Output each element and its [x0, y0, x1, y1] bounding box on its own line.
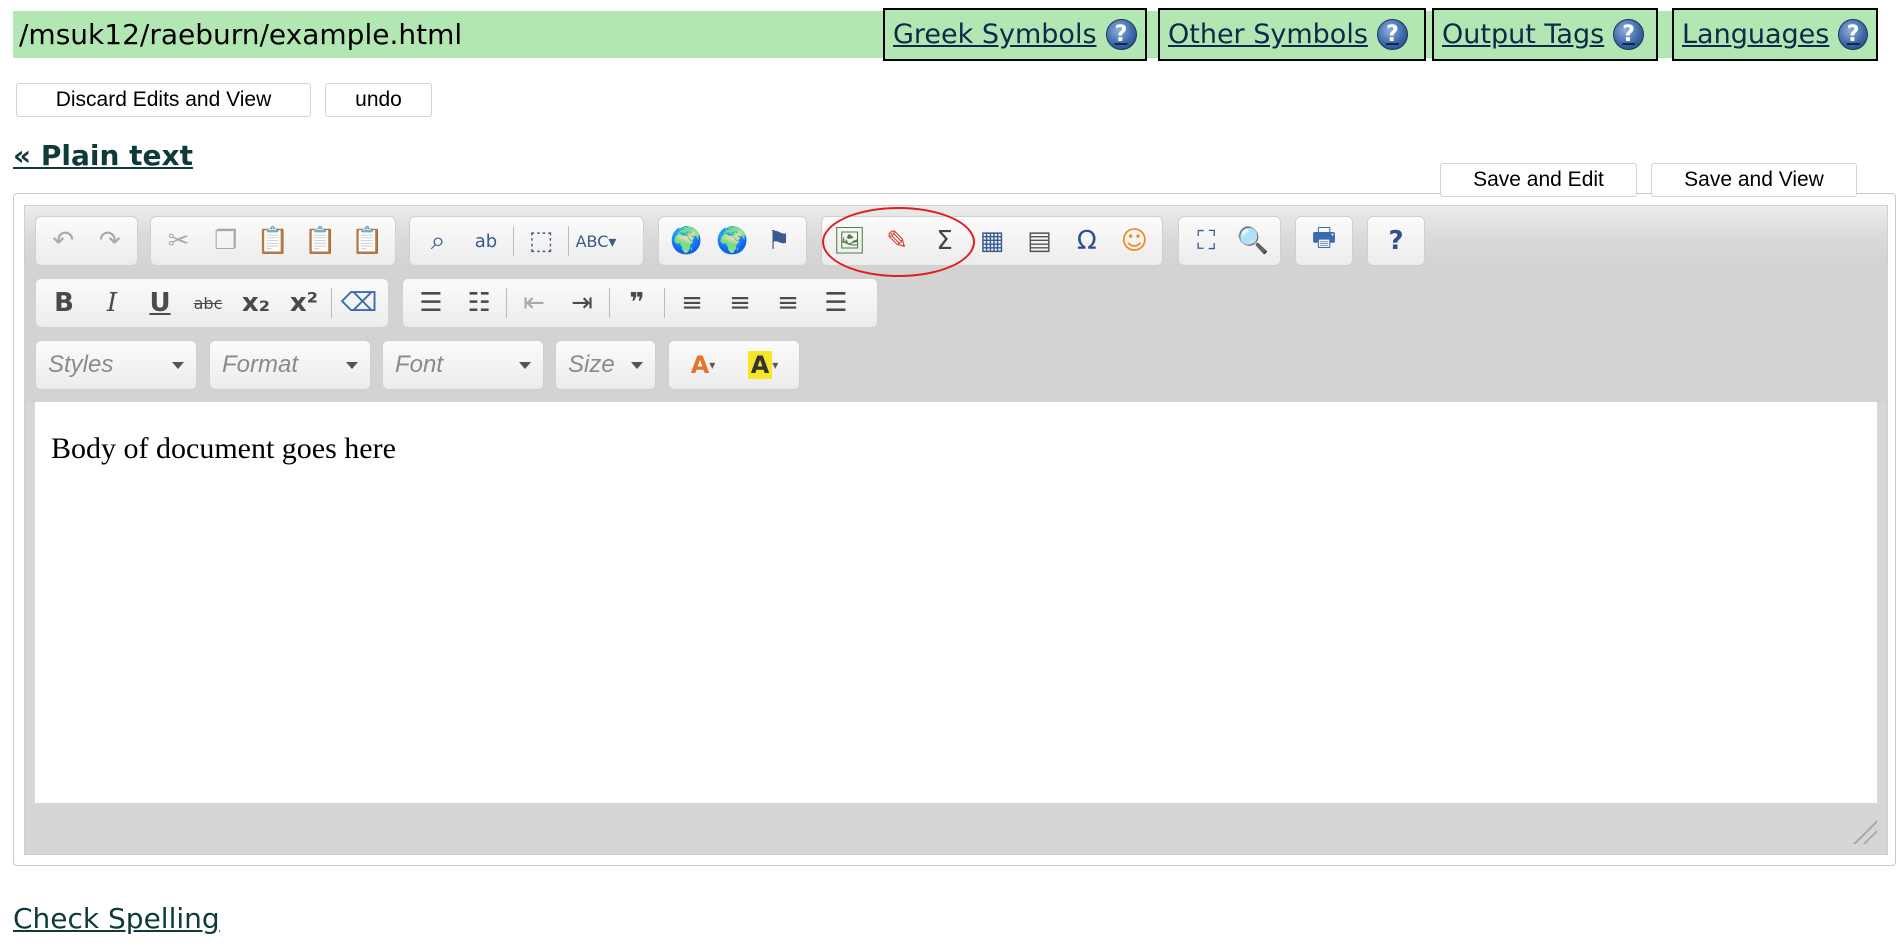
- toolbar-separator: [568, 226, 569, 256]
- superscript-icon[interactable]: x²: [280, 282, 328, 324]
- print-icon[interactable]: 🖶: [1300, 220, 1348, 262]
- undo-icon[interactable]: ↶: [40, 220, 87, 262]
- indent-icon[interactable]: ⇥: [558, 282, 606, 324]
- toolbar-group-editing: ⌕ ab ⬚ ABC▾: [409, 216, 644, 266]
- document-body[interactable]: Body of document goes here: [35, 402, 1877, 803]
- underline-icon[interactable]: U: [136, 282, 184, 324]
- chevron-down-icon: [172, 362, 184, 369]
- greek-symbols-label: Greek Symbols: [893, 19, 1097, 50]
- sigma-icon[interactable]: Σ: [921, 220, 968, 262]
- chevron-down-icon: [346, 362, 358, 369]
- toolbar-group-clipboard: ✂ ❐ 📋 📋 📋: [150, 216, 396, 266]
- toolbar-separator: [506, 288, 507, 318]
- bold-icon[interactable]: B: [40, 282, 88, 324]
- discard-edits-button[interactable]: Discard Edits and View: [16, 83, 311, 117]
- paste-word-icon[interactable]: 📋: [344, 220, 391, 262]
- styles-dropdown[interactable]: Styles: [35, 340, 197, 390]
- toolbar-separator: [331, 288, 332, 318]
- check-spelling-link[interactable]: Check Spelling: [13, 902, 220, 935]
- toolbar-group-help: ?: [1367, 216, 1425, 266]
- save-and-edit-button[interactable]: Save and Edit: [1440, 163, 1637, 197]
- output-tags-label: Output Tags: [1442, 19, 1605, 50]
- subscript-icon[interactable]: x₂: [232, 282, 280, 324]
- toolbar-group-basic-styles: B I U abc x₂ x² ⌫: [35, 278, 389, 328]
- chevron-down-icon: [519, 362, 531, 369]
- align-center-icon[interactable]: ≡: [716, 282, 764, 324]
- output-tags-link[interactable]: Output Tags ?: [1432, 8, 1658, 61]
- numbered-list-icon[interactable]: ☰: [407, 282, 455, 324]
- find-icon[interactable]: ⌕: [414, 220, 462, 262]
- other-symbols-link[interactable]: Other Symbols ?: [1158, 8, 1426, 61]
- undo-button[interactable]: undo: [325, 83, 432, 117]
- remove-format-icon[interactable]: ⌫: [335, 282, 383, 324]
- languages-link[interactable]: Languages ?: [1672, 8, 1878, 61]
- help-links: Greek Symbols ? Other Symbols ? Output T…: [13, 8, 1878, 61]
- paste-icon[interactable]: 📋: [249, 220, 296, 262]
- blockquote-icon[interactable]: ❞: [613, 282, 661, 324]
- help-icon[interactable]: ?: [1105, 19, 1137, 50]
- rich-text-editor: ↶ ↷ ✂ ❐ 📋 📋 📋 ⌕ ab ⬚ ABC▾ 🌍 🌍 ⚑ 🖼 ✎ Σ ▦ …: [24, 205, 1888, 855]
- plain-text-link[interactable]: « Plain text: [13, 139, 193, 172]
- maximize-icon[interactable]: ⛶: [1183, 220, 1230, 262]
- format-label: Format: [222, 351, 299, 378]
- toolbar-group-view: ⛶ 🔍: [1178, 216, 1281, 266]
- italic-icon[interactable]: I: [88, 282, 136, 324]
- link-icon[interactable]: 🌍: [663, 220, 709, 262]
- special-char-icon[interactable]: Ω: [1063, 220, 1110, 262]
- size-dropdown[interactable]: Size: [555, 340, 656, 390]
- help-icon[interactable]: ?: [1376, 19, 1408, 50]
- toolbar-group-insert: 🖼 ✎ Σ ▦ ▤ Ω ☺: [821, 216, 1163, 266]
- chevron-down-icon: [631, 362, 643, 369]
- smiley-icon[interactable]: ☺: [1111, 220, 1158, 262]
- text-color-icon[interactable]: A ▾: [673, 344, 733, 386]
- table-icon[interactable]: ▦: [968, 220, 1015, 262]
- other-symbols-label: Other Symbols: [1168, 19, 1368, 50]
- path-bar: /msuk12/raeburn/example.html Greek Symbo…: [13, 8, 1878, 61]
- help-icon[interactable]: ?: [1838, 19, 1868, 50]
- font-dropdown[interactable]: Font: [382, 340, 544, 390]
- toolbar-group-links: 🌍 🌍 ⚑: [658, 216, 807, 266]
- select-all-icon[interactable]: ⬚: [517, 220, 565, 262]
- help-icon[interactable]: ?: [1613, 19, 1645, 50]
- size-label: Size: [568, 351, 615, 378]
- toolbar-group-history: ↶ ↷: [35, 216, 138, 266]
- editor-toolbar: ↶ ↷ ✂ ❐ 📋 📋 📋 ⌕ ab ⬚ ABC▾ 🌍 🌍 ⚑ 🖼 ✎ Σ ▦ …: [25, 206, 1887, 402]
- styles-label: Styles: [48, 351, 114, 378]
- image-icon[interactable]: 🖼: [826, 220, 873, 262]
- languages-label: Languages: [1682, 19, 1830, 50]
- toolbar-group-print: 🖶: [1295, 216, 1353, 266]
- document-text: Body of document goes here: [51, 432, 396, 465]
- preview-icon[interactable]: 🔍: [1230, 220, 1277, 262]
- unlink-icon[interactable]: 🌍: [709, 220, 755, 262]
- spellcheck-icon[interactable]: ABC▾: [572, 220, 620, 262]
- save-and-view-button[interactable]: Save and View: [1651, 163, 1857, 197]
- justify-icon[interactable]: ☰: [812, 282, 860, 324]
- font-label: Font: [395, 351, 444, 378]
- strikethrough-icon[interactable]: abc: [184, 282, 232, 324]
- cut-icon[interactable]: ✂: [155, 220, 202, 262]
- format-dropdown[interactable]: Format: [209, 340, 371, 390]
- paste-text-icon[interactable]: 📋: [297, 220, 344, 262]
- outdent-icon[interactable]: ⇤: [510, 282, 558, 324]
- align-right-icon[interactable]: ≡: [764, 282, 812, 324]
- toolbar-group-colors: A ▾ A ▾: [668, 340, 800, 390]
- redo-icon[interactable]: ↷: [87, 220, 134, 262]
- background-color-icon[interactable]: A ▾: [733, 344, 793, 386]
- resize-handle-icon[interactable]: [1853, 820, 1877, 844]
- anchor-icon[interactable]: ⚑: [756, 220, 802, 262]
- toolbar-separator: [664, 288, 665, 318]
- horizontal-rule-icon[interactable]: ▤: [1016, 220, 1063, 262]
- bulleted-list-icon[interactable]: ☷: [455, 282, 503, 324]
- toolbar-group-paragraph: ☰ ☷ ⇤ ⇥ ❞ ≡ ≡ ≡ ☰: [402, 278, 878, 328]
- mathml-icon[interactable]: ✎: [873, 220, 920, 262]
- help-icon[interactable]: ?: [1372, 220, 1420, 262]
- align-left-icon[interactable]: ≡: [668, 282, 716, 324]
- copy-icon[interactable]: ❐: [202, 220, 249, 262]
- toolbar-separator: [513, 226, 514, 256]
- greek-symbols-link[interactable]: Greek Symbols ?: [883, 8, 1147, 61]
- toolbar-separator: [609, 288, 610, 318]
- replace-icon[interactable]: ab: [462, 220, 510, 262]
